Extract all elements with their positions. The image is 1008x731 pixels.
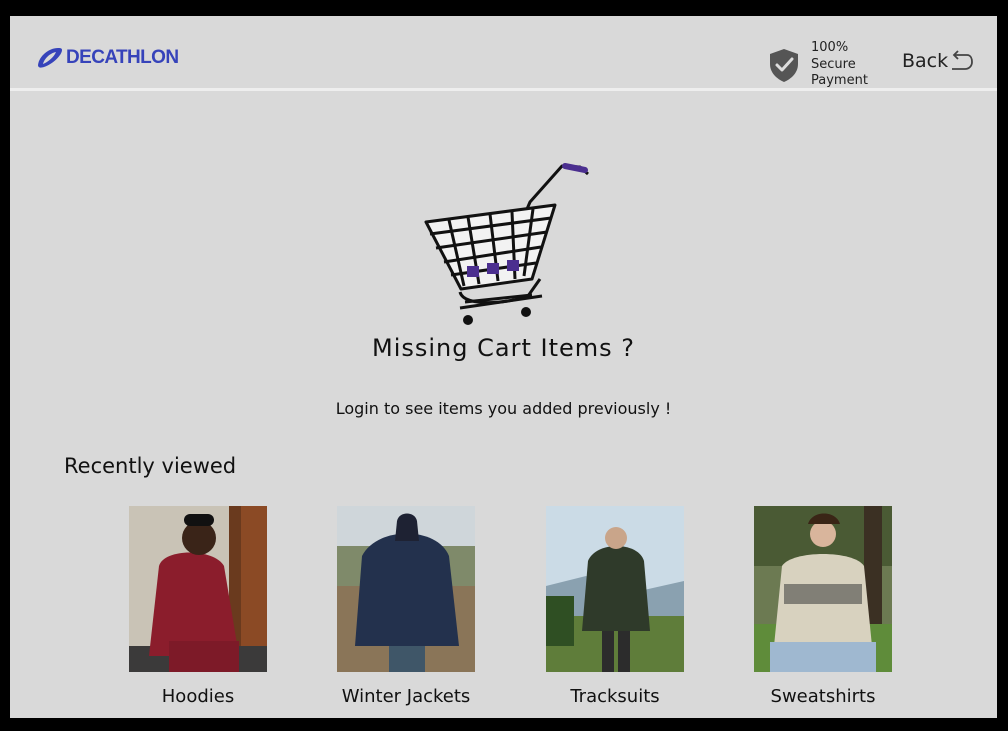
decathlon-logo-icon [38, 48, 62, 68]
empty-cart-message[interactable]: Login to see items you added previously … [10, 399, 997, 418]
recently-viewed-heading: Recently viewed [64, 454, 237, 478]
brand-logo[interactable]: DECATHLON [36, 46, 179, 70]
product-image[interactable] [546, 506, 684, 672]
product-label: Tracksuits [570, 686, 660, 707]
secure-line-2: Secure [811, 56, 856, 72]
tracksuit-photo-icon [546, 506, 684, 672]
product-label: Sweatshirts [770, 686, 876, 707]
header: DECATHLON 100% Secure Payment Back [10, 16, 997, 91]
secure-line-1: 100% [811, 40, 849, 55]
product-card-tracksuits[interactable]: Tracksuits [525, 506, 705, 707]
recently-viewed-list: Hoodies Winter Jackets Tracksuits Sweats… [10, 506, 997, 718]
secure-line-3: Payment [811, 73, 868, 88]
sweatshirt-photo-icon [754, 506, 892, 672]
product-card-winter-jackets[interactable]: Winter Jackets [316, 506, 496, 707]
brand-name: DECATHLON [66, 47, 179, 68]
undo-arrow-icon [952, 50, 974, 70]
product-card-sweatshirts[interactable]: Sweatshirts [733, 506, 913, 707]
cart-page: DECATHLON 100% Secure Payment Back Missi… [10, 16, 997, 718]
shopping-cart-icon [424, 163, 589, 325]
shield-check-icon [770, 48, 798, 82]
product-label: Hoodies [161, 686, 235, 707]
secure-payment-badge: 100% Secure Payment [768, 40, 881, 90]
product-card-hoodies[interactable]: Hoodies [108, 506, 288, 707]
back-button[interactable]: Back [902, 50, 974, 72]
product-image[interactable] [337, 506, 475, 672]
product-image[interactable] [754, 506, 892, 672]
product-label: Winter Jackets [341, 686, 471, 707]
product-image[interactable] [129, 506, 267, 672]
jacket-photo-icon [337, 506, 475, 672]
secure-payment-text: 100% Secure Payment [811, 40, 881, 90]
empty-cart-title: Missing Cart Items ? [372, 334, 635, 362]
hoodie-photo-icon [129, 506, 267, 672]
back-label: Back [902, 50, 949, 72]
